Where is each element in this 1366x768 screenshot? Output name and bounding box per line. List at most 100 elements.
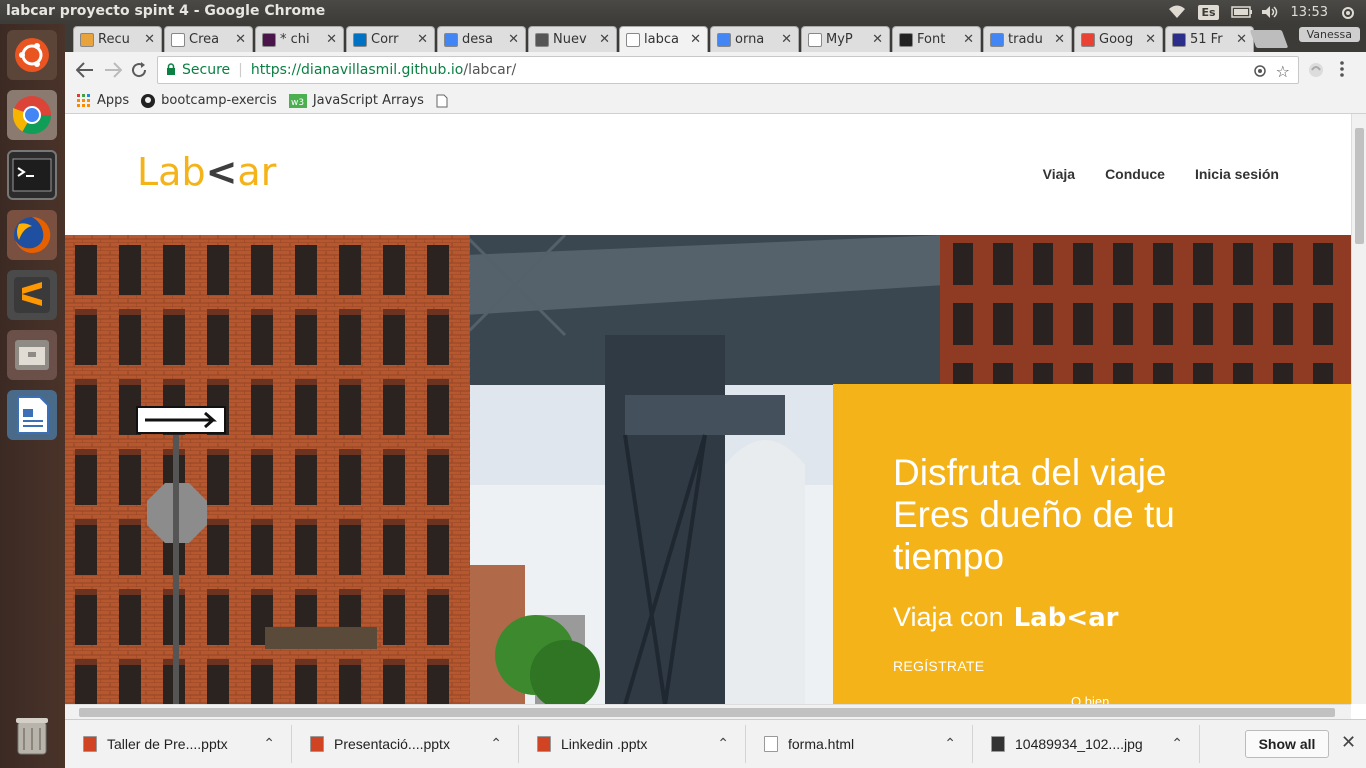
nav-inicia-sesion[interactable]: Inicia sesión: [1195, 166, 1279, 182]
location-target-icon[interactable]: [1252, 63, 1268, 83]
tab-close-icon[interactable]: ✕: [417, 32, 428, 47]
tab-label: 51 Fr: [1190, 32, 1223, 47]
github-icon: [141, 93, 156, 108]
terminal-icon[interactable]: [7, 150, 57, 200]
file-jpg-icon: [991, 736, 1005, 752]
back-icon[interactable]: [73, 58, 97, 82]
tab-6[interactable]: labca ✕: [619, 26, 708, 52]
sublime-text-icon[interactable]: [7, 270, 57, 320]
keyboard-layout-indicator[interactable]: Es: [1198, 4, 1219, 20]
download-item[interactable]: Linkedin .pptx ⌃: [519, 725, 746, 763]
tab-2[interactable]: * chi ✕: [255, 26, 344, 52]
tab-5[interactable]: Nuev ✕: [528, 26, 617, 52]
promo-logo-left: Lab: [1013, 603, 1067, 633]
bookmark-star-icon[interactable]: ☆: [1276, 62, 1290, 81]
labcar-logo[interactable]: Lab<ar: [137, 150, 276, 194]
tab-favicon-icon: [353, 32, 367, 47]
chevron-up-icon[interactable]: ⌃: [490, 735, 502, 752]
download-filename: 10489934_102....jpg: [1015, 736, 1143, 752]
tab-close-icon[interactable]: ✕: [599, 32, 610, 47]
tab-favicon-icon: [262, 32, 276, 47]
tab-close-icon[interactable]: ✕: [872, 32, 883, 47]
tab-close-icon[interactable]: ✕: [1236, 32, 1247, 47]
horizontal-scroll-thumb[interactable]: [79, 708, 1335, 717]
tab-favicon-icon: [717, 32, 731, 47]
apps-grid-icon: [77, 93, 91, 108]
tab-4[interactable]: desa ✕: [437, 26, 526, 52]
tab-close-icon[interactable]: ✕: [781, 32, 792, 47]
volume-icon[interactable]: [1261, 5, 1279, 19]
files-icon[interactable]: [7, 330, 57, 380]
tab-favicon-icon: [80, 32, 94, 47]
tab-8[interactable]: MyP ✕: [801, 26, 890, 52]
site-nav: Viaja Conduce Inicia sesión: [1043, 166, 1279, 182]
tab-9[interactable]: Font ✕: [892, 26, 981, 52]
download-item[interactable]: 10489934_102....jpg ⌃: [973, 725, 1200, 763]
tab-3[interactable]: Corr ✕: [346, 26, 435, 52]
tab-close-icon[interactable]: ✕: [1054, 32, 1065, 47]
tab-close-icon[interactable]: ✕: [326, 32, 337, 47]
writer-icon[interactable]: [7, 390, 57, 440]
download-filename: Presentació....pptx: [334, 736, 450, 752]
clock[interactable]: 13:53: [1291, 5, 1328, 20]
bookmark-label: Apps: [97, 93, 130, 108]
tab-7[interactable]: orna ✕: [710, 26, 799, 52]
vertical-scrollbar[interactable]: [1351, 114, 1366, 704]
register-link[interactable]: REGÍSTRATE: [893, 658, 984, 674]
tab-12[interactable]: 51 Fr ✕: [1165, 26, 1254, 52]
trash-icon[interactable]: [7, 710, 57, 760]
chevron-up-icon[interactable]: ⌃: [263, 735, 275, 752]
address-bar[interactable]: Secure | https://dianavillasmil.github.i…: [157, 56, 1299, 84]
nav-conduce[interactable]: Conduce: [1105, 166, 1165, 182]
vertical-scroll-thumb[interactable]: [1355, 128, 1364, 244]
tab-1[interactable]: Crea ✕: [164, 26, 253, 52]
firefox-icon[interactable]: [7, 210, 57, 260]
new-tab-button[interactable]: [1249, 30, 1289, 48]
tab-favicon-icon: [626, 32, 640, 47]
promo-headline-line-2: Eres dueño de tu tiempo: [893, 494, 1175, 577]
battery-icon[interactable]: [1230, 5, 1252, 19]
wifi-icon[interactable]: [1168, 5, 1186, 19]
bookmark-bootcamp[interactable]: bootcamp-exercis: [141, 93, 277, 108]
horizontal-scrollbar[interactable]: [65, 704, 1351, 719]
chevron-up-icon[interactable]: ⌃: [717, 735, 729, 752]
chevron-up-icon[interactable]: ⌃: [1171, 735, 1183, 752]
ubuntu-dash-icon[interactable]: [7, 30, 57, 80]
bookmark-label: bootcamp-exercis: [161, 93, 277, 108]
tab-close-icon[interactable]: ✕: [690, 32, 701, 47]
tab-close-icon[interactable]: ✕: [235, 32, 246, 47]
tab-close-icon[interactable]: ✕: [963, 32, 974, 47]
promo-sub-prefix: Viaja con: [893, 602, 1004, 632]
extension-icon[interactable]: [1307, 61, 1325, 83]
power-gear-icon[interactable]: [1340, 5, 1358, 19]
tab-0[interactable]: Recu ✕: [73, 26, 162, 52]
download-item[interactable]: Presentació....pptx ⌃: [292, 725, 519, 763]
profile-button[interactable]: Vanessa: [1298, 27, 1360, 42]
nav-viaja[interactable]: Viaja: [1043, 166, 1075, 182]
show-all-button[interactable]: Show all: [1245, 730, 1329, 758]
tab-label: Goog: [1099, 32, 1134, 47]
tab-close-icon[interactable]: ✕: [1145, 32, 1156, 47]
download-item[interactable]: Taller de Pre....pptx ⌃: [65, 725, 292, 763]
chrome-icon[interactable]: [7, 90, 57, 140]
logo-text-right: ar: [237, 150, 277, 194]
file-html-icon: [764, 736, 778, 752]
forward-icon[interactable]: [101, 58, 125, 82]
secure-label: Secure: [182, 62, 231, 78]
bookmark-page[interactable]: [436, 94, 456, 108]
file-pptx-icon: [83, 736, 97, 752]
logo-text-left: Lab: [137, 150, 206, 194]
tab-close-icon[interactable]: ✕: [508, 32, 519, 47]
url-host: https://dianavillasmil.github.io: [250, 62, 464, 78]
bookmark-javascript-arrays[interactable]: w3 JavaScript Arrays: [288, 93, 424, 108]
menu-icon[interactable]: [1340, 60, 1344, 82]
tab-10[interactable]: tradu ✕: [983, 26, 1072, 52]
tab-close-icon[interactable]: ✕: [144, 32, 155, 47]
tab-favicon-icon: [1081, 32, 1095, 47]
close-icon[interactable]: ✕: [1341, 732, 1356, 753]
reload-icon[interactable]: [127, 58, 151, 82]
chevron-up-icon[interactable]: ⌃: [944, 735, 956, 752]
bookmark-apps[interactable]: Apps: [77, 93, 129, 108]
download-item[interactable]: forma.html ⌃: [746, 725, 973, 763]
tab-11[interactable]: Goog ✕: [1074, 26, 1163, 52]
